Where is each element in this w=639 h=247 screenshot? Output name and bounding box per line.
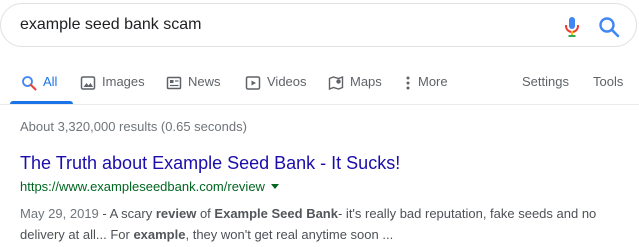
tools-label: Tools bbox=[593, 74, 624, 89]
tools-link[interactable]: Tools bbox=[593, 74, 623, 104]
tab-label: Images bbox=[102, 74, 145, 89]
result-date: May 29, 2019 bbox=[20, 206, 99, 221]
tab-label: More bbox=[418, 74, 448, 89]
search-bar[interactable]: example seed bank scam bbox=[0, 3, 637, 47]
settings-link[interactable]: Settings bbox=[522, 74, 569, 104]
result-title-link[interactable]: The Truth about Example Seed Bank - It S… bbox=[20, 153, 400, 174]
more-vert-icon bbox=[406, 76, 410, 90]
snippet-text: - A scary bbox=[98, 206, 156, 221]
search-tabs: All Images News Videos Maps More Setting… bbox=[0, 64, 639, 104]
tab-all[interactable]: All bbox=[10, 74, 74, 104]
search-icon bbox=[22, 76, 37, 91]
video-icon bbox=[245, 76, 261, 90]
snippet-highlight: Example Seed Bank bbox=[214, 206, 338, 221]
tab-label: All bbox=[43, 74, 58, 89]
tab-maps[interactable]: Maps bbox=[328, 74, 382, 104]
tab-label: Videos bbox=[267, 74, 307, 89]
result-url-text[interactable]: https://www.exampleseedbank.com/review bbox=[20, 179, 265, 194]
snippet-text: , they won't get real anytime soon ... bbox=[185, 227, 394, 242]
tab-label: News bbox=[188, 74, 221, 89]
snippet-text: of bbox=[196, 206, 215, 221]
tabs-divider bbox=[0, 104, 639, 105]
snippet-highlight: review bbox=[155, 206, 197, 221]
result-url[interactable]: https://www.exampleseedbank.com/review bbox=[20, 179, 279, 194]
settings-label: Settings bbox=[522, 74, 569, 89]
tab-more[interactable]: More bbox=[405, 74, 448, 104]
result-stats: About 3,320,000 results (0.65 seconds) bbox=[20, 119, 247, 134]
tab-label: Maps bbox=[350, 74, 382, 89]
search-input[interactable]: example seed bank scam bbox=[20, 16, 201, 34]
tab-news[interactable]: News bbox=[166, 74, 221, 104]
tab-videos[interactable]: Videos bbox=[245, 74, 307, 104]
map-icon bbox=[328, 75, 344, 91]
dropdown-arrow-icon[interactable] bbox=[270, 184, 279, 189]
news-icon bbox=[166, 76, 182, 90]
result-snippet: May 29, 2019 - A scary review of Example… bbox=[20, 203, 620, 245]
image-icon bbox=[80, 76, 96, 90]
search-icon[interactable] bbox=[598, 16, 620, 38]
microphone-icon[interactable] bbox=[562, 16, 582, 38]
snippet-highlight: example bbox=[133, 227, 186, 242]
tab-images[interactable]: Images bbox=[80, 74, 145, 104]
